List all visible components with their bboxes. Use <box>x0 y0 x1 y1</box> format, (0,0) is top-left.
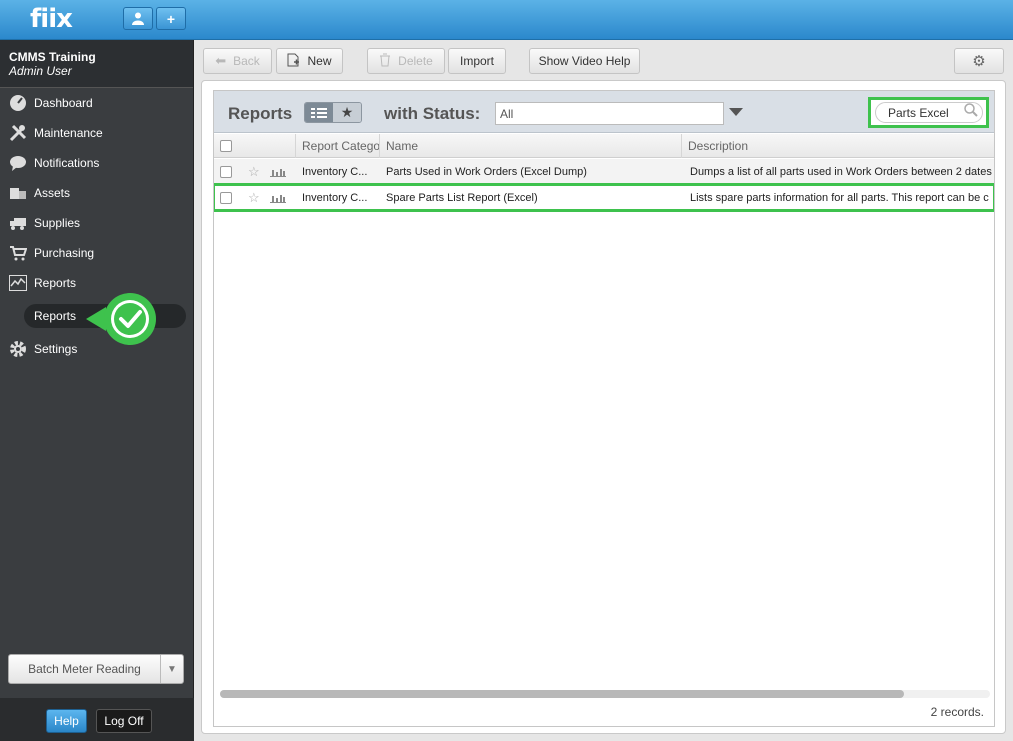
bar-chart-icon[interactable] <box>270 159 290 185</box>
show-video-help-label: Show Video Help <box>538 54 631 68</box>
select-all-checkbox[interactable] <box>220 140 232 152</box>
checkmark-callout-icon <box>84 291 160 347</box>
row-checkbox[interactable] <box>220 192 232 204</box>
list-view-icon[interactable] <box>305 103 333 122</box>
chart-icon <box>8 274 28 292</box>
column-header-name[interactable]: Name <box>380 134 682 158</box>
table-header: Report Catego Name Description <box>214 134 994 158</box>
sidebar-item-reports[interactable]: Reports <box>8 271 76 295</box>
status-select[interactable]: All <box>495 102 724 125</box>
status-label: with Status: <box>384 104 481 123</box>
reports-grid: Reports ★ with Status: All Parts Excel R… <box>213 90 995 727</box>
gear-icon: ⚙ <box>972 53 986 70</box>
new-label: New <box>307 54 332 68</box>
sidebar-item-label: Notifications <box>34 156 100 170</box>
delete-label: Delete <box>398 54 433 68</box>
import-label: Import <box>459 54 494 68</box>
delete-button[interactable]: Delete <box>367 48 445 74</box>
speech-bubble-icon <box>8 154 28 172</box>
star-view-icon[interactable]: ★ <box>333 103 361 122</box>
user-name: Admin User <box>9 64 72 78</box>
account-info: CMMS Training Admin User <box>0 40 193 88</box>
row-category: Inventory C... <box>302 192 368 204</box>
import-button[interactable]: Import <box>448 48 506 74</box>
record-count: 2 records. <box>930 705 984 719</box>
sidebar-item-supplies[interactable]: Supplies <box>8 211 80 235</box>
search-icon[interactable] <box>964 103 978 120</box>
plus-icon: + <box>166 10 176 27</box>
help-button[interactable]: Help <box>46 709 87 733</box>
grid-header: Reports ★ with Status: All Parts Excel <box>214 91 994 133</box>
horizontal-scrollbar[interactable] <box>220 690 990 698</box>
batch-meter-reading-label: Batch Meter Reading <box>9 655 161 683</box>
tools-icon <box>8 124 28 142</box>
sidebar-item-maintenance[interactable]: Maintenance <box>8 121 103 145</box>
row-description: Lists spare parts information for all pa… <box>690 192 989 204</box>
log-off-button[interactable]: Log Off <box>96 709 152 733</box>
search-highlight: Parts Excel <box>868 97 989 128</box>
table-row[interactable]: ☆ Inventory C... Spare Parts List Report… <box>214 185 994 211</box>
sidebar: CMMS Training Admin User Dashboard Maint… <box>0 40 194 741</box>
boxes-icon <box>8 184 28 202</box>
back-button[interactable]: ⬅ Back <box>203 48 272 74</box>
trash-icon <box>379 53 391 70</box>
column-header-category[interactable]: Report Catego <box>296 134 380 158</box>
sidebar-item-label: Supplies <box>34 216 81 230</box>
sidebar-item-assets[interactable]: Assets <box>8 181 70 205</box>
chevron-down-icon[interactable] <box>729 108 743 116</box>
company-name: CMMS Training <box>9 50 96 64</box>
gear-icon <box>8 340 28 358</box>
row-checkbox[interactable] <box>220 166 232 178</box>
user-button[interactable] <box>123 7 153 30</box>
row-name: Spare Parts List Report (Excel) <box>386 192 538 204</box>
page-title: Reports <box>228 104 293 123</box>
new-document-icon <box>287 53 300 70</box>
fiix-logo[interactable]: fiix <box>30 4 73 34</box>
row-checkbox-cell <box>220 185 234 211</box>
star-icon[interactable]: ☆ <box>248 159 264 185</box>
row-category: Inventory C... <box>302 166 368 178</box>
back-label: Back <box>233 54 260 68</box>
sidebar-item-label: Settings <box>34 342 78 356</box>
column-header-description[interactable]: Description <box>682 134 994 158</box>
chevron-down-icon[interactable]: ▼ <box>161 655 183 683</box>
select-all-cell <box>214 134 296 158</box>
bar-chart-icon[interactable] <box>270 185 290 211</box>
sidebar-subitem-label: Reports <box>34 309 77 323</box>
sidebar-item-label: Assets <box>34 186 71 200</box>
sidebar-item-settings[interactable]: Settings <box>8 337 77 361</box>
star-icon[interactable]: ☆ <box>248 185 264 211</box>
person-icon <box>132 12 144 25</box>
new-button[interactable]: New <box>276 48 343 74</box>
show-video-help-button[interactable]: Show Video Help <box>529 48 640 74</box>
batch-meter-reading-button[interactable]: Batch Meter Reading ▼ <box>8 654 184 684</box>
row-name: Parts Used in Work Orders (Excel Dump) <box>386 166 587 178</box>
row-checkbox-cell <box>220 159 234 185</box>
scrollbar-thumb[interactable] <box>220 690 904 698</box>
row-description: Dumps a list of all parts used in Work O… <box>690 166 992 178</box>
settings-button[interactable]: ⚙ <box>954 48 1004 74</box>
sidebar-item-dashboard[interactable]: Dashboard <box>8 91 93 115</box>
truck-icon <box>8 214 28 232</box>
sidebar-item-label: Dashboard <box>34 96 93 110</box>
sidebar-footer: Help Log Off <box>0 698 194 741</box>
add-button[interactable]: + <box>156 7 186 30</box>
top-bar: fiix + <box>0 0 1013 40</box>
sidebar-item-notifications[interactable]: Notifications <box>8 151 99 175</box>
arrow-left-icon: ⬅ <box>215 53 227 68</box>
cart-icon <box>8 244 28 262</box>
sidebar-item-label: Reports <box>34 276 77 290</box>
dashboard-icon <box>8 94 28 112</box>
table-row[interactable]: ☆ Inventory C... Parts Used in Work Orde… <box>214 159 994 185</box>
sidebar-item-label: Purchasing <box>34 246 95 260</box>
sidebar-item-label: Maintenance <box>34 126 103 140</box>
view-toggle[interactable]: ★ <box>304 102 362 123</box>
sidebar-item-purchasing[interactable]: Purchasing <box>8 241 94 265</box>
